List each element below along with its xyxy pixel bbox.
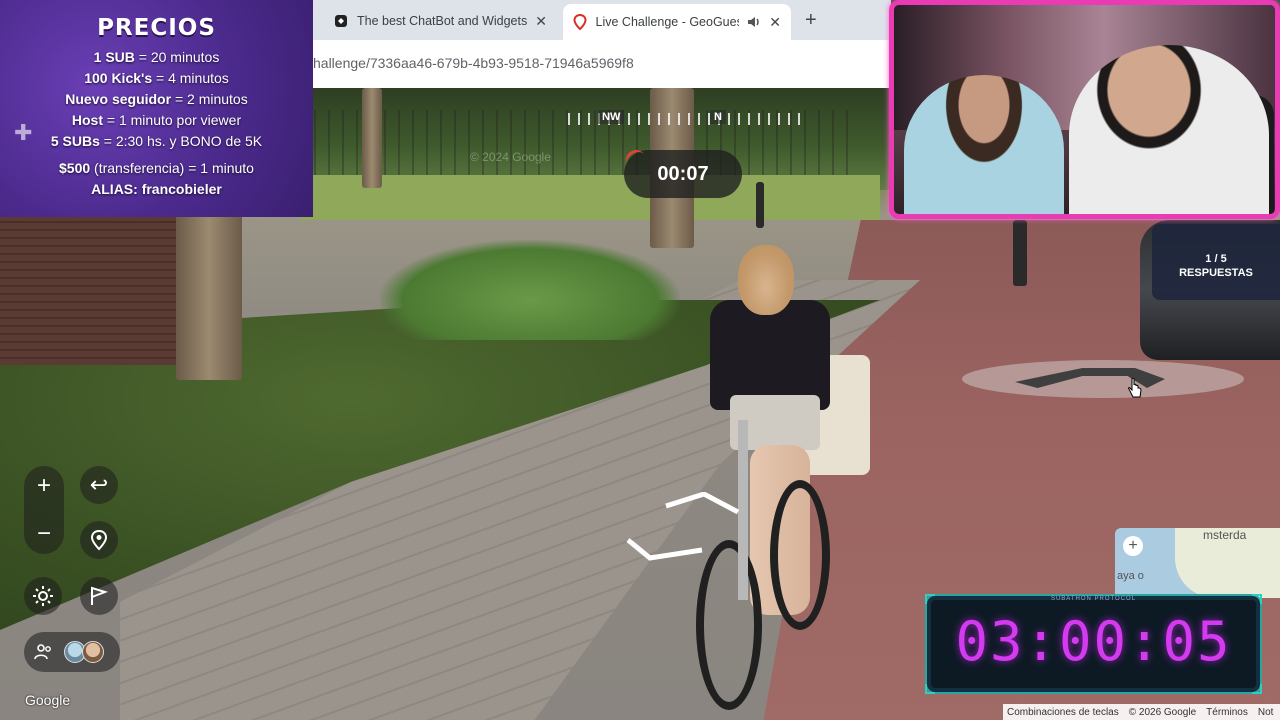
answers-count: 1 / 5: [1205, 253, 1227, 265]
address-bar[interactable]: hallenge/7336aa46-679b-4b93-9518-71946a5…: [313, 40, 891, 88]
corner-decoration: [1252, 684, 1262, 694]
url-text[interactable]: hallenge/7336aa46-679b-4b93-9518-71946a5…: [313, 55, 634, 71]
bollard: [1013, 220, 1027, 286]
minimap-label: aya o: [1117, 570, 1144, 582]
report-link[interactable]: Not: [1258, 707, 1274, 718]
bollard: [756, 182, 764, 228]
price-line: 1 SUB = 20 minutos: [93, 49, 220, 65]
chatbot-icon: [333, 13, 349, 29]
compass-n: N: [710, 110, 726, 124]
undo-move-button[interactable]: ↩: [80, 466, 118, 504]
tab-title: Live Challenge - GeoGuessr: [595, 15, 739, 29]
minimap-city-label: msterda: [1203, 528, 1247, 542]
compass-nw: NW: [598, 110, 625, 124]
shrub: [380, 240, 680, 340]
gear-icon: [33, 586, 53, 606]
location-pin-icon: [573, 14, 588, 30]
webcam-feed: [889, 0, 1280, 219]
map-attribution-bar: Combinaciones de teclas © 2026 Google Té…: [1003, 704, 1280, 720]
location-pin-icon: [90, 529, 108, 551]
tab-chatbot[interactable]: The best ChatBot and Widgets ✕: [323, 6, 563, 36]
tab-strip: The best ChatBot and Widgets ✕ Live Chal…: [313, 0, 891, 40]
keyboard-shortcuts-link[interactable]: Combinaciones de teclas: [1007, 707, 1119, 718]
cyclist-head-blurred: [738, 245, 794, 315]
nav-arrow-disc[interactable]: [962, 360, 1244, 398]
price-line: 100 Kick's = 4 minutos: [84, 70, 229, 86]
brick-wall: [0, 215, 190, 365]
zoom-in-button[interactable]: +: [24, 466, 64, 506]
copyright-text: © 2026 Google: [1128, 706, 1197, 718]
price-line: $500 (transferencia) = 1 minuto: [59, 160, 254, 176]
streamer: [1069, 45, 1269, 214]
price-alias: ALIAS: francobieler: [91, 181, 222, 197]
hand-cursor-icon: [1128, 378, 1142, 398]
imagery-watermark: © 2024 Google: [470, 150, 551, 164]
corner-decoration: [1252, 594, 1262, 604]
player-avatar[interactable]: [82, 641, 104, 663]
guess-minimap[interactable]: msterda aya o +: [1115, 528, 1280, 598]
cyclist-torso: [710, 300, 830, 410]
prices-panel: PRECIOS 1 SUB = 20 minutos 100 Kick's = …: [0, 0, 313, 217]
subathon-timer: SUBATHON PROTOCOL 03:00:05: [925, 594, 1262, 694]
flag-icon: [91, 586, 109, 605]
new-tab-button[interactable]: +: [805, 9, 817, 32]
streamer-guest: [904, 75, 1064, 214]
subathon-tag: SUBATHON PROTOCOL: [1050, 596, 1137, 602]
nav-chevron-back[interactable]: [664, 492, 740, 514]
players-icon: [34, 644, 51, 660]
google-logo[interactable]: Google: [25, 692, 70, 708]
zoom-out-button[interactable]: −: [24, 514, 64, 554]
subathon-clock: 03:00:05: [955, 610, 1232, 673]
terms-link[interactable]: Términos: [1206, 707, 1248, 718]
zoom-controls: + −: [24, 466, 64, 554]
prices-title: PRECIOS: [97, 15, 216, 41]
corner-decoration: [925, 594, 935, 604]
minimap-zoom-in-button[interactable]: +: [1123, 536, 1143, 556]
tree-trunk: [362, 88, 382, 188]
tab-geoguessr[interactable]: Live Challenge - GeoGuessr ✕: [563, 4, 791, 40]
price-line: Nuevo seguidor = 2 minutos: [65, 91, 248, 107]
price-line: 5 SUBs = 2:30 hs. y BONO de 5K: [50, 133, 263, 149]
players-panel[interactable]: [24, 632, 120, 672]
nav-chevron-forward[interactable]: [626, 536, 704, 562]
speaker-icon[interactable]: [747, 14, 762, 30]
tree-trunk: [176, 215, 242, 380]
price-line: Host = 1 minuto por viewer: [71, 112, 242, 128]
sparkle-icon: ✚: [14, 120, 33, 145]
undo-icon: ↩: [89, 472, 109, 497]
corner-decoration: [925, 684, 935, 694]
bike-rear-wheel: [770, 480, 830, 630]
browser-window-chrome: The best ChatBot and Widgets ✕ Live Chal…: [313, 0, 891, 88]
answers-counter: 1 / 5 RESPUESTAS: [1152, 224, 1280, 300]
return-to-start-button[interactable]: [80, 521, 118, 559]
settings-button[interactable]: [24, 577, 62, 615]
close-tab-icon[interactable]: ✕: [769, 14, 781, 31]
flag-button[interactable]: [80, 577, 118, 615]
bike-front-wheel: [696, 540, 762, 710]
stream-view: © 2024 Google The best ChatBot and Widge…: [0, 0, 1280, 720]
compass-strip: NW N: [568, 108, 800, 130]
close-tab-icon[interactable]: ✕: [535, 13, 547, 30]
answers-label: RESPUESTAS: [1179, 267, 1253, 279]
far-grass: [300, 175, 880, 220]
tab-title: The best ChatBot and Widgets: [357, 14, 528, 28]
